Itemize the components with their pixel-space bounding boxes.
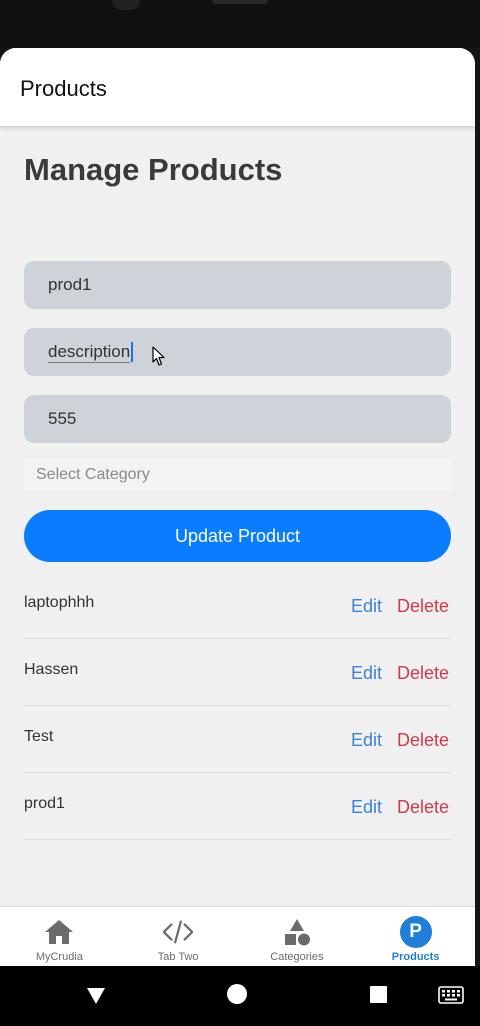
- device-top-bezel: [0, 0, 480, 48]
- product-row: Hassen Edit Delete: [24, 639, 451, 706]
- keyboard-icon[interactable]: [438, 986, 464, 1004]
- delete-button[interactable]: Delete: [397, 663, 449, 684]
- page-title: Manage Products: [24, 152, 283, 187]
- product-row: Test Edit Delete: [24, 706, 451, 773]
- edit-button[interactable]: Edit: [351, 663, 382, 684]
- delete-button[interactable]: Delete: [397, 596, 449, 617]
- product-name: Hassen: [24, 661, 79, 678]
- delete-button[interactable]: Delete: [397, 797, 449, 818]
- products-tab-glyph: P: [399, 916, 432, 948]
- edit-button[interactable]: Edit: [351, 596, 382, 617]
- product-row: prod1 Edit Delete: [24, 773, 451, 840]
- mouse-pointer-icon: [152, 346, 165, 366]
- p-circle-icon: P: [399, 916, 433, 948]
- category-select-placeholder: Select Category: [36, 466, 150, 483]
- edit-button[interactable]: Edit: [351, 730, 382, 751]
- tab-label: Categories: [270, 951, 324, 963]
- tab-label: MyCrudia: [35, 951, 83, 963]
- speaker-grille: [212, 0, 268, 4]
- manage-products-form: Manage Products prod1 description 555 Se…: [24, 126, 451, 840]
- product-name: laptophhh: [24, 594, 95, 611]
- recents-square-icon[interactable]: [370, 986, 387, 1003]
- product-price-input[interactable]: 555: [24, 395, 451, 443]
- product-name-value: prod1: [48, 275, 92, 294]
- delete-button[interactable]: Delete: [397, 730, 449, 751]
- text-caret: [131, 342, 134, 362]
- product-name: Test: [24, 728, 54, 745]
- back-triangle-icon[interactable]: [86, 987, 106, 1005]
- product-description-input[interactable]: description: [24, 328, 451, 376]
- product-name-input[interactable]: prod1: [24, 261, 451, 309]
- product-price-value: 555: [48, 409, 77, 428]
- camera-notch: [112, 0, 140, 10]
- code-icon: [161, 917, 195, 947]
- header-title: Products: [20, 76, 107, 101]
- product-list: laptophhh Edit Delete Hassen Edit Delete…: [24, 572, 451, 840]
- android-nav-bar: [0, 966, 480, 1026]
- product-name: prod1: [24, 795, 65, 812]
- tab-label: Tab Two: [157, 951, 199, 963]
- tab-products[interactable]: P Products: [356, 907, 475, 966]
- bottom-tab-bar: MyCrudia Tab Two Categories P Products: [0, 906, 475, 966]
- tab-categories[interactable]: Categories: [238, 907, 357, 966]
- edit-button[interactable]: Edit: [351, 797, 382, 818]
- tab-tab-two[interactable]: Tab Two: [119, 907, 238, 966]
- product-description-value: description: [48, 341, 131, 363]
- update-product-button[interactable]: Update Product: [24, 510, 451, 562]
- tab-mycrudia[interactable]: MyCrudia: [0, 907, 119, 966]
- home-circle-icon[interactable]: [227, 984, 247, 1004]
- app-screen: Products Manage Products prod1 descripti…: [0, 48, 475, 966]
- app-header: Products: [0, 48, 475, 127]
- category-select[interactable]: Select Category: [24, 459, 451, 491]
- product-row: laptophhh Edit Delete: [24, 572, 451, 639]
- tab-label: Products: [391, 951, 440, 963]
- home-icon: [42, 917, 76, 947]
- shapes-icon: [280, 917, 314, 947]
